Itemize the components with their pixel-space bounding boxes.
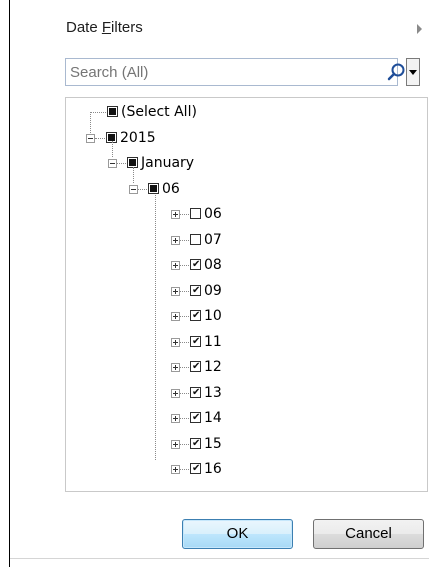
tree-connector <box>90 112 106 113</box>
autofilter-dropdown: Date Filters (Select All) 2015 January 06 06… <box>0 0 429 567</box>
tree-connector <box>180 469 189 470</box>
cancel-button[interactable]: Cancel <box>313 519 424 549</box>
collapse-january-toggle[interactable] <box>108 159 117 168</box>
item-10-checkbox[interactable]: ✔ <box>190 310 201 321</box>
expand-hour-16-toggle[interactable] <box>171 465 180 474</box>
item-09-checkbox[interactable]: ✔ <box>190 284 201 296</box>
expand-hour-10-toggle[interactable] <box>171 312 180 321</box>
checkmark-icon: ✔ <box>192 284 201 296</box>
item-09-label: 09 <box>204 282 222 299</box>
tree-connector <box>95 137 105 139</box>
item-16-checkbox[interactable]: ✔ <box>190 463 201 474</box>
month-january-label: January <box>141 155 195 171</box>
checkmark-icon: ✔ <box>192 386 201 398</box>
item-07-checkbox[interactable] <box>190 233 201 245</box>
item-15-checkbox[interactable]: ✔ <box>190 437 201 449</box>
tree-connector <box>180 341 189 343</box>
search-icon[interactable] <box>386 60 406 84</box>
date-filters-accelerator: F <box>101 19 112 36</box>
collapse-day-06-toggle[interactable] <box>129 184 138 194</box>
expand-hour-08-toggle[interactable] <box>171 261 180 270</box>
tree-connector <box>180 367 189 368</box>
date-filters-label-prefix: Date <box>66 19 102 36</box>
tree-connector <box>138 188 147 190</box>
expand-hour-14-toggle[interactable] <box>171 414 180 423</box>
item-12-label: 12 <box>204 359 222 375</box>
divider <box>10 558 429 559</box>
tree-connector <box>90 112 91 133</box>
checkmark-icon: ✔ <box>192 259 201 270</box>
date-filters-label-suffix: ilters <box>111 19 143 36</box>
day-06-label: 06 <box>162 180 180 197</box>
item-14-checkbox[interactable]: ✔ <box>190 412 201 423</box>
item-13-checkbox[interactable]: ✔ <box>190 386 201 398</box>
tree-connector <box>180 418 189 419</box>
collapse-2015-toggle[interactable] <box>86 133 95 143</box>
tree-connector <box>180 290 189 292</box>
tree-connector <box>180 443 189 445</box>
date-filters-menu-item[interactable]: Date Filters <box>66 19 143 39</box>
item-06-label: 06 <box>204 206 222 222</box>
item-08-label: 08 <box>204 257 222 273</box>
tree-connector <box>112 141 113 157</box>
item-10-label: 10 <box>204 308 222 324</box>
checkmark-icon: ✔ <box>192 412 201 423</box>
search-input[interactable] <box>70 61 370 83</box>
item-15-label: 15 <box>204 435 222 452</box>
item-16-label: 16 <box>204 461 222 477</box>
item-06-checkbox[interactable] <box>190 208 201 219</box>
select-all-label: (Select All) <box>121 104 197 120</box>
tree-connector <box>117 163 126 164</box>
search-dropdown-button[interactable] <box>406 58 420 86</box>
chevron-down-icon <box>409 70 417 75</box>
checkmark-icon: ✔ <box>192 463 201 474</box>
item-11-checkbox[interactable]: ✔ <box>190 335 201 347</box>
tree-connector <box>180 214 189 215</box>
tree-connector <box>180 239 189 241</box>
item-13-label: 13 <box>204 384 222 401</box>
checkmark-icon: ✔ <box>192 361 201 372</box>
tree-connector <box>180 265 189 266</box>
expand-hour-15-toggle[interactable] <box>171 439 180 449</box>
checkmark-icon: ✔ <box>192 437 201 449</box>
checkmark-icon: ✔ <box>192 310 201 321</box>
item-12-checkbox[interactable]: ✔ <box>190 361 201 372</box>
search-box[interactable] <box>65 58 398 86</box>
tree-connector <box>133 166 134 183</box>
year-2015-label: 2015 <box>120 129 156 146</box>
expand-hour-11-toggle[interactable] <box>171 337 180 347</box>
item-07-label: 07 <box>204 231 222 248</box>
item-11-label: 11 <box>204 333 222 350</box>
checkmark-icon: ✔ <box>192 335 201 347</box>
tree-connector <box>155 194 156 460</box>
tree-connector <box>180 392 189 394</box>
ok-button[interactable]: OK <box>182 519 293 549</box>
filter-tree-panel <box>65 97 428 492</box>
item-08-checkbox[interactable]: ✔ <box>190 259 201 270</box>
day-06-checkbox[interactable] <box>148 182 159 194</box>
expand-hour-12-toggle[interactable] <box>171 363 180 372</box>
chevron-right-icon <box>417 24 422 34</box>
expand-hour-13-toggle[interactable] <box>171 388 180 398</box>
expand-hour-09-toggle[interactable] <box>171 286 180 296</box>
expand-hour-07-toggle[interactable] <box>171 235 180 245</box>
window-left-edge <box>0 0 10 567</box>
tree-connector <box>180 316 189 317</box>
expand-hour-06-toggle[interactable] <box>171 210 180 219</box>
select-all-checkbox[interactable] <box>107 106 118 117</box>
item-14-label: 14 <box>204 410 222 426</box>
